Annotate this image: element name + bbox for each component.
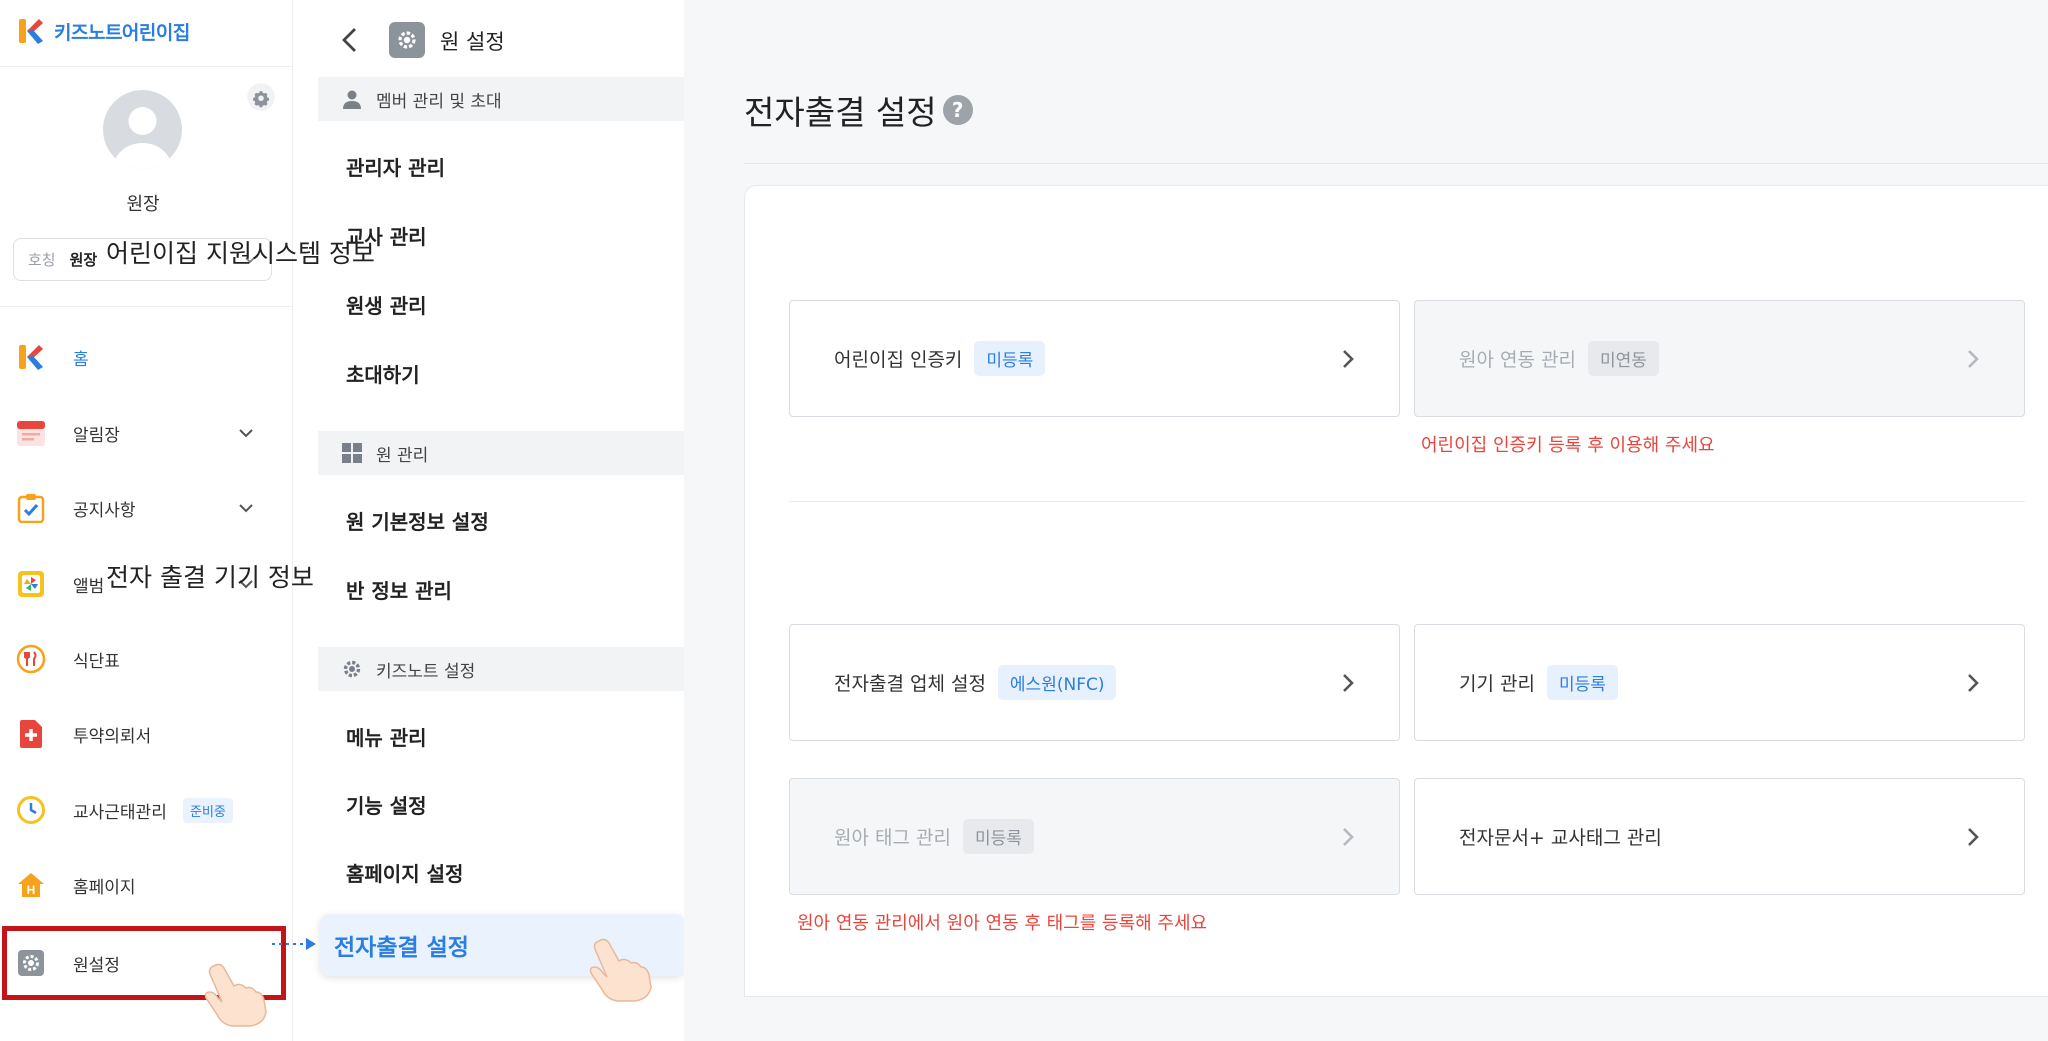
meal-icon (16, 644, 46, 674)
left-sidebar: 키즈노트어린이집 원장 호칭 원장 홈 알림장 공지사항 앨범 식단표 투약의뢰… (0, 0, 293, 1041)
back-arrow-icon[interactable] (338, 26, 362, 54)
profile-name: 원장 (126, 194, 160, 215)
album-icon (16, 569, 46, 599)
brand-name: 키즈노트어린이집 (54, 21, 190, 44)
submenu-item-admin-manage[interactable]: 관리자 관리 (346, 152, 445, 181)
card-device-manage[interactable]: 기기 관리 미등록 (1414, 624, 2025, 741)
sidebar-item-label: 홈페이지 (73, 877, 136, 898)
homepage-icon: H (16, 870, 46, 900)
connector-arrow-icon (272, 938, 316, 950)
submenu-item-invite[interactable]: 초대하기 (346, 359, 420, 388)
submenu-item-class-info[interactable]: 반 정보 관리 (346, 575, 452, 604)
card-auth-key[interactable]: 어린이집 인증키 미등록 (789, 300, 1400, 417)
chevron-right-icon (1968, 350, 1979, 368)
card-child-link: 원아 연동 관리 미연동 (1414, 300, 2025, 417)
sidebar-item-label: 홈 (73, 349, 89, 370)
grid-icon (340, 441, 364, 465)
submenu-item-menu-manage[interactable]: 메뉴 관리 (346, 722, 427, 751)
divider (0, 66, 293, 67)
card-vendor-settings[interactable]: 전자출결 업체 설정 에스원(NFC) (789, 624, 1400, 741)
warning-text: 원아 연동 관리에서 원아 연동 후 태그를 등록해 주세요 (797, 913, 1208, 934)
profile-settings-icon[interactable] (246, 82, 276, 112)
kidsnote-logo-icon (19, 19, 43, 44)
divider (0, 306, 293, 307)
group-label: 멤버 관리 및 초대 (376, 91, 502, 112)
sidebar-item-home[interactable]: 홈 (0, 327, 290, 387)
card-label: 전자출결 업체 설정 (834, 673, 986, 695)
group-header-kidsnote: 키즈노트 설정 (318, 647, 684, 691)
chevron-right-icon (1968, 674, 1979, 692)
card-teacher-tag[interactable]: 전자문서+ 교사태그 관리 (1414, 778, 2025, 895)
sidebar-item-medicine[interactable]: 투약의뢰서 (0, 704, 290, 764)
sidebar-item-label: 공지사항 (73, 500, 136, 521)
section-title: 전자 출결 기기 정보 (106, 563, 314, 592)
sidebar-item-notice[interactable]: 공지사항 (0, 478, 290, 538)
settings-submenu: 원 설정 멤버 관리 및 초대 관리자 관리 교사 관리 원생 관리 초대하기 … (318, 0, 684, 1041)
warning-text: 어린이집 인증키 등록 후 이용해 주세요 (1421, 435, 1715, 456)
card-label: 기기 관리 (1459, 673, 1535, 695)
notebook-icon (16, 418, 46, 448)
page-title: 전자출결 설정 ? (744, 86, 973, 134)
sidebar-item-label: 앨범 (73, 576, 105, 597)
status-badge: 에스원(NFC) (997, 665, 1117, 700)
help-icon[interactable]: ? (942, 95, 973, 125)
status-badge: 미연동 (1587, 341, 1659, 376)
chevron-down-icon[interactable] (236, 423, 256, 443)
submenu-item-homepage-settings[interactable]: 홈페이지 설정 (346, 858, 463, 887)
chevron-right-icon (1343, 828, 1354, 846)
sidebar-item-label: 알림장 (73, 425, 120, 446)
brand-logo[interactable]: 키즈노트어린이집 (18, 16, 190, 46)
sidebar-item-homepage[interactable]: H 홈페이지 (0, 855, 290, 915)
title-select-label: 호칭 (28, 251, 56, 269)
divider (744, 163, 2048, 164)
submenu-item-student-manage[interactable]: 원생 관리 (346, 290, 427, 319)
sidebar-item-label: 식단표 (73, 651, 120, 672)
group-header-school: 원 관리 (318, 431, 684, 475)
section-title: 어린이집 지원시스템 정보 (106, 239, 375, 268)
group-label: 키즈노트 설정 (376, 661, 476, 682)
page-title-text: 전자출결 설정 (744, 93, 937, 132)
submenu-item-feature-settings[interactable]: 기능 설정 (346, 790, 427, 819)
card-label: 원아 태그 관리 (834, 827, 951, 849)
submenu-item-basic-info[interactable]: 원 기본정보 설정 (346, 506, 489, 535)
sidebar-item-notebook[interactable]: 알림장 (0, 403, 290, 463)
hand-pointer-icon (204, 963, 267, 1027)
chevron-down-icon[interactable] (236, 498, 256, 518)
status-badge: 미등록 (962, 819, 1034, 854)
notice-check-icon (16, 493, 46, 523)
group-label: 원 관리 (376, 445, 429, 466)
clock-icon (16, 795, 46, 825)
settings-gear-icon (389, 22, 425, 58)
group-header-members: 멤버 관리 및 초대 (318, 77, 684, 121)
sidebar-item-label: 투약의뢰서 (73, 726, 152, 747)
chevron-right-icon (1343, 350, 1354, 368)
user-silhouette-icon (113, 107, 172, 169)
card-label: 전자문서+ 교사태그 관리 (1459, 827, 1662, 849)
submenu-title: 원 설정 (440, 30, 505, 54)
person-icon (340, 87, 364, 111)
hand-pointer-icon (589, 938, 652, 1002)
card-child-tag: 원아 태그 관리 미등록 (789, 778, 1400, 895)
avatar[interactable] (103, 90, 182, 169)
card-label: 어린이집 인증키 (834, 349, 963, 371)
coming-soon-badge: 준비중 (183, 797, 233, 823)
status-badge: 미등록 (1546, 665, 1618, 700)
sidebar-item-label: 교사근태관리 (73, 802, 167, 823)
card-label: 원아 연동 관리 (1459, 349, 1576, 371)
submenu-active-label: 전자출결 설정 (334, 935, 469, 961)
sidebar-item-meal[interactable]: 식단표 (0, 629, 290, 689)
sidebar-item-teacher-attendance[interactable]: 교사근태관리 준비중 (0, 780, 290, 840)
divider (789, 501, 2025, 502)
gear-icon (340, 657, 364, 681)
kidsnote-home-icon (16, 342, 46, 372)
svg-text:H: H (27, 883, 36, 897)
medicine-icon (16, 719, 46, 749)
chevron-right-icon (1968, 828, 1979, 846)
status-badge: 미등록 (974, 341, 1046, 376)
chevron-right-icon (1343, 674, 1354, 692)
